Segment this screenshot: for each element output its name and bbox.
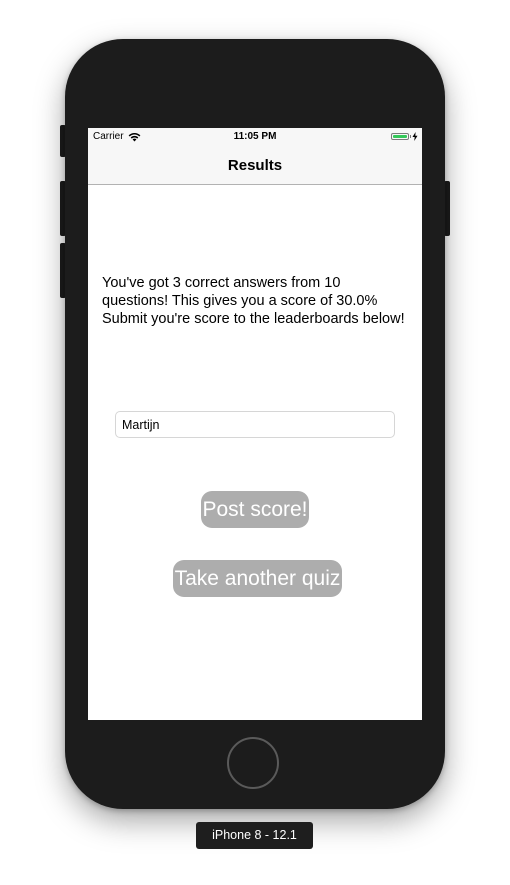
post-score-button[interactable]: Post score! [201, 491, 309, 528]
bolt-icon [412, 132, 418, 141]
battery-indicator [390, 132, 419, 141]
status-bar: Carrier 11:05 PM [88, 128, 422, 146]
status-time: 11:05 PM [233, 131, 277, 142]
battery-cap [409, 135, 411, 138]
battery-level-fill [392, 135, 407, 138]
navigation-bar: Results [88, 146, 422, 185]
page-title: Results [227, 157, 283, 174]
battery-icon [390, 133, 409, 140]
take-another-quiz-button[interactable]: Take another quiz [173, 560, 342, 597]
home-button[interactable] [227, 737, 279, 789]
result-message: You've got 3 correct answers from 10 que… [102, 275, 405, 327]
device-label: iPhone 8 - 12.1 [196, 822, 313, 849]
device-screen: Carrier 11:05 PM Results You've got 3 co… [88, 128, 422, 720]
simulator-stage: Carrier 11:05 PM Results You've got 3 co… [0, 0, 510, 885]
name-input[interactable] [115, 411, 395, 438]
